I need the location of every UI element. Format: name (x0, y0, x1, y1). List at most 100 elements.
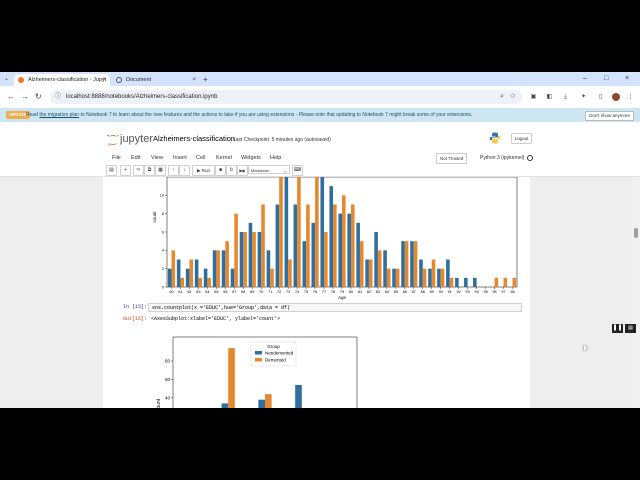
bar (338, 213, 342, 287)
x-tick-label: 75 (304, 290, 308, 294)
paste-icon[interactable]: ▦ (155, 165, 166, 176)
menu-widgets[interactable]: Widgets (241, 152, 261, 164)
reload-icon[interactable]: ↻ (35, 91, 42, 103)
copy-icon[interactable]: ⧉ (144, 165, 155, 176)
bar (437, 268, 441, 287)
bar (228, 348, 235, 408)
menu-help[interactable]: Help (270, 152, 281, 164)
x-tick-label: 89 (430, 290, 434, 294)
x-tick-label: 78 (331, 290, 335, 294)
menu-icon[interactable]: ⋮ (627, 94, 634, 101)
y-tick-label: 6 (162, 230, 164, 234)
logout-button[interactable]: Logout (511, 133, 532, 144)
menu-kernel[interactable]: Kernel (216, 152, 232, 164)
bar (419, 259, 423, 287)
bar (401, 241, 405, 287)
menu-view[interactable]: View (151, 152, 163, 164)
save-icon[interactable]: ▤ (106, 165, 117, 176)
back-icon[interactable]: ← (7, 91, 15, 103)
restart-icon[interactable]: ↻ (226, 165, 237, 176)
menu-file[interactable]: File (112, 152, 121, 164)
close-tab-icon[interactable]: × (102, 74, 106, 86)
address-bar[interactable]: ⓘ localhost:8888/notebooks/Alzheimers-cl… (50, 90, 522, 104)
trusted-indicator[interactable]: Not Trusted (436, 153, 468, 164)
menu-insert[interactable]: Insert (173, 152, 187, 164)
legend-swatch (255, 351, 262, 355)
download-icon[interactable]: ⤓ (562, 94, 569, 101)
sidepanel-icon[interactable]: ▯ (597, 94, 604, 101)
tab-notebook[interactable]: Alzheimers-classification - Jupyt × (14, 74, 110, 86)
bar (383, 250, 387, 287)
x-tick-label: 65 (214, 290, 218, 294)
x-tick-label: 87 (412, 290, 416, 294)
fast-forward-icon[interactable]: ▶▶ (237, 165, 248, 176)
x-tick-label: 98 (510, 290, 514, 294)
menu-cell[interactable]: Cell (196, 152, 205, 164)
minimize-icon[interactable]: – (583, 73, 587, 85)
url-text[interactable]: localhost:8888/notebooks/Alzheimers-clas… (66, 90, 217, 104)
arrow-down-icon[interactable]: ↓ (179, 165, 190, 176)
new-tab-button[interactable]: + (203, 74, 208, 85)
profile-avatar[interactable] (612, 93, 620, 101)
migration-plan-link[interactable]: the migration plan (39, 112, 79, 118)
menu-edit[interactable]: Edit (131, 152, 140, 164)
page-scrollbar[interactable] (632, 177, 640, 408)
bar (212, 250, 217, 287)
x-tick-label: 74 (295, 290, 299, 294)
jupyter-brand[interactable]: jupyter (120, 132, 153, 146)
site-info-icon[interactable]: ⓘ (55, 93, 61, 101)
bar (306, 204, 310, 287)
code-cell-input[interactable]: sns.countplot(x ='EDUC',hue='Group',data… (148, 303, 522, 312)
bar (311, 222, 316, 287)
captions-icon[interactable]: ▤ (625, 324, 636, 333)
tab-title: Alzheimers-classification - Jupyt (28, 77, 107, 83)
bar (243, 232, 247, 287)
bar (342, 195, 346, 287)
run-button[interactable]: ▶ Run (192, 165, 215, 176)
output-text: <AxesSubplot:xlabel='EDUC', ylabel='coun… (151, 316, 281, 322)
bar (446, 259, 450, 287)
x-tick-label: 79 (340, 290, 344, 294)
tab-search-icon[interactable]: ⌄ (4, 74, 9, 85)
bar (347, 213, 351, 287)
bar (324, 232, 328, 287)
forward-icon[interactable]: → (21, 91, 29, 103)
legend-label: Nondemented (265, 350, 294, 355)
command-palette-icon[interactable]: ⌨ (292, 165, 303, 176)
plus-icon[interactable]: + (120, 165, 131, 176)
y-tick-label: 8 (162, 212, 164, 216)
close-window-icon[interactable]: × (625, 73, 629, 85)
tab-document[interactable]: Document × (112, 74, 200, 86)
arrow-up-icon[interactable]: ↑ (168, 165, 179, 176)
notebook-title[interactable]: Alzheimers-classification (153, 133, 235, 145)
cell-type-select[interactable]: Markdown ⌄ (248, 165, 290, 174)
bar (234, 213, 238, 287)
stop-icon[interactable]: ■ (215, 165, 226, 176)
scrollbar-thumb[interactable] (634, 228, 638, 238)
banner-text: Read the migration plan to Notebook 7 to… (26, 112, 473, 118)
zoom-icon[interactable]: ⌕ (500, 90, 504, 104)
notebook-page: 60 61 62 63 64 65 66 67 68 69 70 71 72 73 74 75 76 77 78 79… (103, 177, 530, 408)
bar (392, 268, 396, 287)
pause-icon[interactable]: ❚❚ (612, 324, 623, 333)
tab-title: Document (126, 77, 152, 83)
bar (377, 250, 382, 287)
bookmark-star-icon[interactable]: ☆ (510, 90, 516, 104)
extension-icon[interactable]: ▣ (530, 94, 537, 101)
kernel-name[interactable]: Python 3 (ipykernel) (480, 152, 524, 164)
bar (410, 241, 414, 287)
close-tab-icon[interactable]: × (192, 74, 196, 86)
bar (386, 268, 391, 287)
extension-icon[interactable]: ◧ (546, 94, 553, 101)
x-tick-label: 66 (223, 290, 227, 294)
address-bar-row: ← → ↻ ⓘ localhost:8888/notebooks/Alzheim… (0, 86, 640, 108)
kernel-status-icon (527, 155, 533, 161)
cut-icon[interactable]: ✂ (133, 165, 144, 176)
bar (356, 222, 360, 287)
dont-show-anymore-button[interactable]: Don't show anymore (585, 111, 634, 121)
jupyter-logo-icon[interactable] (106, 134, 120, 146)
maximize-icon[interactable]: □ (604, 73, 608, 85)
x-tick-label: 68 (241, 290, 245, 294)
puzzle-icon[interactable]: ✦ (580, 94, 587, 101)
x-tick-label: 64 (205, 290, 209, 294)
